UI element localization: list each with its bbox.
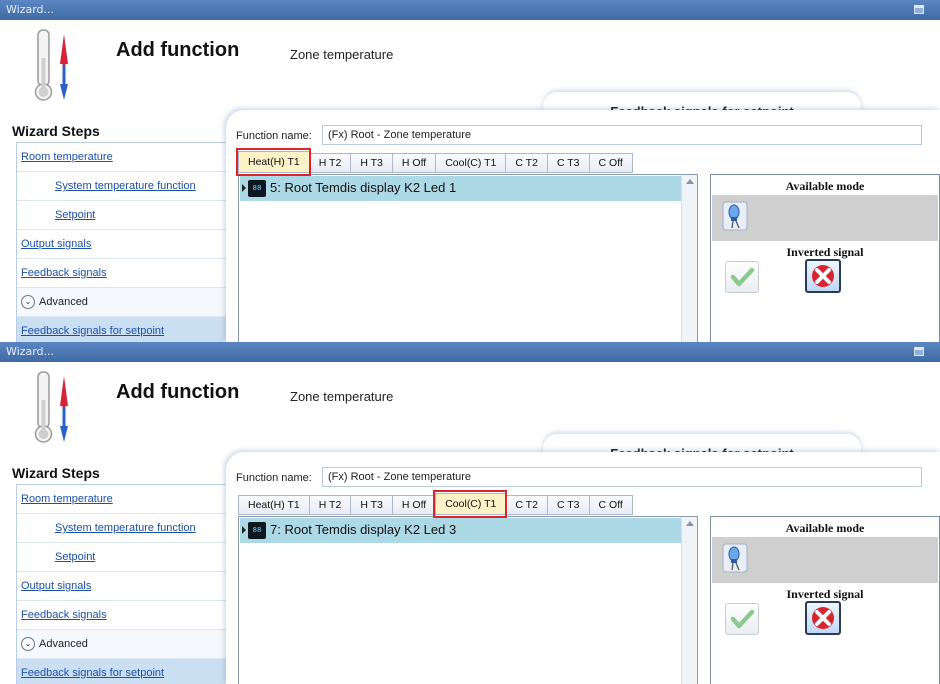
available-mode-label: Available mode	[785, 179, 865, 193]
tab-h-t3[interactable]: H T3	[350, 495, 392, 515]
tab-c-off[interactable]: C Off	[588, 153, 633, 173]
thermometer-icon	[34, 29, 68, 101]
function-name-input[interactable]: (Fx) Root - Zone temperature	[322, 125, 922, 145]
tab-h-t3[interactable]: H T3	[350, 153, 392, 173]
tab-h-t2[interactable]: H T2	[308, 495, 351, 515]
advanced-label: Advanced	[39, 638, 88, 650]
thermometer-icon	[34, 371, 68, 443]
wizard-steps-panel: Wizard Steps Room temperature System tem…	[8, 120, 232, 342]
function-name-label: Function name:	[236, 472, 312, 484]
display-device-icon: 88	[248, 522, 266, 539]
available-mode-area	[712, 195, 938, 241]
active-tab-highlight	[236, 148, 311, 176]
cross-icon	[812, 607, 834, 629]
row-expand-icon[interactable]	[242, 526, 246, 534]
list-scrollbar[interactable]	[681, 517, 697, 684]
step-feedback-signals-for-setpoint[interactable]: Feedback signals for setpoint	[17, 659, 231, 684]
title-bar: Wizard...	[0, 342, 940, 362]
led-mode-icon[interactable]	[722, 201, 748, 231]
available-mode-label: Available mode	[785, 521, 865, 535]
advanced-label: Advanced	[39, 296, 88, 308]
tab-h-off[interactable]: H Off	[391, 153, 436, 173]
function-name-label: Function name:	[236, 130, 312, 142]
wizard-steps-list: Room temperature System temperature func…	[16, 484, 232, 684]
function-type-label: Zone temperature	[290, 47, 394, 62]
step-setpoint[interactable]: Setpoint	[17, 543, 231, 572]
check-icon	[730, 609, 755, 629]
inverted-signal-label: Inverted signal	[786, 245, 864, 259]
step-system-temperature-function[interactable]: System temperature function	[17, 172, 231, 201]
list-item-label: 5: Root Temdis display K2 Led 1	[270, 180, 457, 195]
step-feedback-signals-for-setpoint[interactable]: Feedback signals for setpoint	[17, 317, 231, 342]
list-item-label: 7: Root Temdis display K2 Led 3	[270, 522, 457, 537]
window-title: Wizard...	[6, 345, 55, 358]
row-expand-icon[interactable]	[242, 184, 246, 192]
chevron-down-icon: ⌄	[21, 637, 35, 652]
inverted-yes-button[interactable]	[725, 261, 759, 293]
wizard-steps-panel: Wizard Steps Room temperature System tem…	[8, 462, 232, 684]
step-feedback-signals[interactable]: Feedback signals	[17, 601, 231, 630]
tab-h-t2[interactable]: H T2	[308, 153, 351, 173]
tab-c-t3[interactable]: C T3	[546, 495, 589, 515]
title-bar: Wizard...	[0, 0, 940, 20]
wizard-steps-title: Wizard Steps	[12, 465, 100, 481]
mode-panel: Available mode Inverted signal	[710, 174, 940, 342]
header: Add function Zone temperature Feedback s…	[0, 20, 940, 130]
step-setpoint[interactable]: Setpoint	[17, 201, 231, 230]
step-room-temperature[interactable]: Room temperature	[17, 485, 231, 514]
scroll-up-icon[interactable]	[686, 179, 694, 184]
advanced-toggle[interactable]: ⌄ Advanced	[17, 288, 231, 317]
wizard-window-2: Wizard... Add function Zone temperature …	[0, 342, 940, 684]
inverted-no-button[interactable]	[805, 259, 841, 293]
chevron-down-icon: ⌄	[21, 295, 35, 310]
page-title: Add function	[116, 39, 240, 61]
list-scrollbar[interactable]	[681, 175, 697, 342]
wizard-window-1: Wizard... Add function Zone temperature …	[0, 0, 940, 342]
tab-c-t2[interactable]: C T2	[505, 495, 547, 515]
window-title: Wizard...	[6, 3, 55, 16]
maximize-icon[interactable]	[914, 347, 924, 356]
step-output-signals[interactable]: Output signals	[17, 572, 231, 601]
available-mode-area	[712, 537, 938, 583]
wizard-steps-list: Room temperature System temperature func…	[16, 142, 232, 342]
check-icon	[730, 267, 755, 287]
advanced-toggle[interactable]: ⌄ Advanced	[17, 630, 231, 659]
inverted-no-button[interactable]	[805, 601, 841, 635]
signal-list[interactable]: 88 7: Root Temdis display K2 Led 3	[238, 516, 698, 684]
tab-c-off[interactable]: C Off	[588, 495, 633, 515]
tab-heat-h-t1[interactable]: Heat(H) T1	[238, 495, 309, 515]
tab-h-off[interactable]: H Off	[391, 495, 436, 515]
wizard-steps-title: Wizard Steps	[12, 123, 100, 139]
function-name-input[interactable]: (Fx) Root - Zone temperature	[322, 467, 922, 487]
main-panel: Function name: (Fx) Root - Zone temperat…	[226, 452, 940, 684]
tab-c-t3[interactable]: C T3	[546, 153, 589, 173]
function-type-label: Zone temperature	[290, 389, 394, 404]
mode-panel: Available mode Inverted signal	[710, 516, 940, 684]
list-item[interactable]: 88 5: Root Temdis display K2 Led 1	[240, 176, 681, 201]
inverted-signal-label: Inverted signal	[786, 587, 864, 601]
tab-cool-c-t1[interactable]: Cool(C) T1	[435, 153, 506, 173]
step-room-temperature[interactable]: Room temperature	[17, 143, 231, 172]
tab-c-t2[interactable]: C T2	[505, 153, 547, 173]
scroll-up-icon[interactable]	[686, 521, 694, 526]
list-item[interactable]: 88 7: Root Temdis display K2 Led 3	[240, 518, 681, 543]
header: Add function Zone temperature Feedback s…	[0, 362, 940, 472]
main-panel: Function name: (Fx) Root - Zone temperat…	[226, 110, 940, 342]
active-tab-highlight	[433, 490, 507, 518]
cross-icon	[812, 265, 834, 287]
step-system-temperature-function[interactable]: System temperature function	[17, 514, 231, 543]
step-output-signals[interactable]: Output signals	[17, 230, 231, 259]
display-device-icon: 88	[248, 180, 266, 197]
page-title: Add function	[116, 381, 240, 403]
step-feedback-signals[interactable]: Feedback signals	[17, 259, 231, 288]
maximize-icon[interactable]	[914, 5, 924, 14]
signal-list[interactable]: 88 5: Root Temdis display K2 Led 1	[238, 174, 698, 342]
led-mode-icon[interactable]	[722, 543, 748, 573]
inverted-yes-button[interactable]	[725, 603, 759, 635]
